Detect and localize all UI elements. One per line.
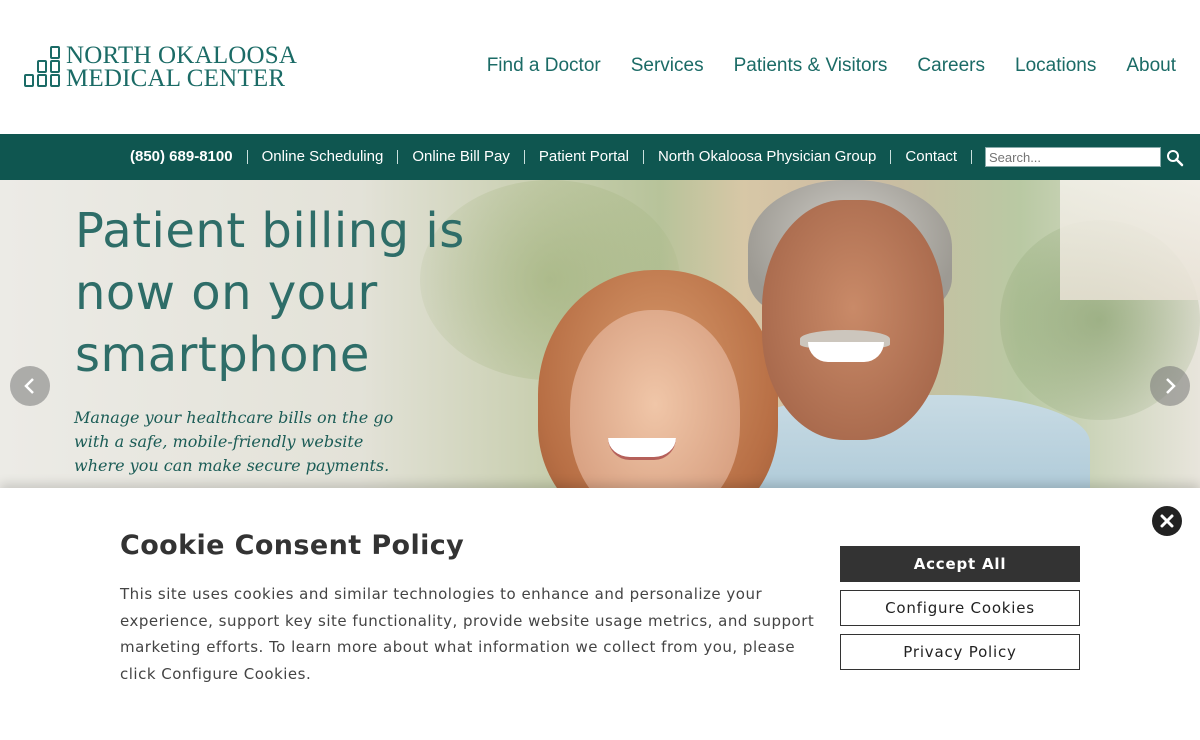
hero-photo-woman-face — [570, 310, 740, 490]
logo-mark-icon — [24, 46, 64, 88]
search-input[interactable] — [985, 147, 1161, 167]
hero-photo-man-smile — [808, 342, 884, 362]
hero-subtext: Manage your healthcare bills on the go w… — [74, 408, 394, 475]
nav-find-a-doctor[interactable]: Find a Doctor — [487, 55, 601, 77]
cookie-body-text: This site uses cookies and similar techn… — [120, 585, 815, 683]
nav-locations[interactable]: Locations — [1015, 55, 1096, 77]
phone-link[interactable]: (850) 689-8100 — [116, 149, 248, 164]
nav-about[interactable]: About — [1126, 55, 1176, 77]
utility-contact[interactable]: Contact — [891, 149, 973, 164]
utility-online-bill-pay[interactable]: Online Bill Pay — [398, 149, 525, 164]
cookie-close-button[interactable] — [1152, 506, 1182, 536]
logo-line-1: NORTH OKALOOSA — [66, 42, 298, 69]
nav-patients-visitors[interactable]: Patients & Visitors — [734, 55, 888, 77]
utility-patient-portal[interactable]: Patient Portal — [525, 149, 644, 164]
search-icon[interactable] — [1166, 149, 1184, 167]
privacy-policy-button[interactable]: Privacy Policy — [840, 634, 1080, 670]
chevron-left-icon — [24, 378, 34, 394]
close-icon — [1160, 514, 1174, 528]
hero-banner: Patient billing is now on your smartphon… — [0, 180, 1200, 490]
nav-careers[interactable]: Careers — [917, 55, 985, 77]
cookie-title: Cookie Consent Policy — [120, 530, 465, 561]
chevron-right-icon — [1166, 378, 1176, 394]
logo-text: NORTH OKALOOSA MEDICAL CENTER — [66, 42, 298, 92]
carousel-next-button[interactable] — [1150, 366, 1190, 406]
accept-all-button[interactable]: Accept All — [840, 546, 1080, 582]
carousel-prev-button[interactable] — [10, 366, 50, 406]
main-nav: Find a Doctor Services Patients & Visito… — [487, 55, 1176, 77]
utility-online-scheduling[interactable]: Online Scheduling — [248, 149, 399, 164]
utility-physician-group[interactable]: North Okaloosa Physician Group — [644, 149, 892, 164]
site-header: NORTH OKALOOSA MEDICAL CENTER Find a Doc… — [0, 0, 1200, 134]
utility-links: (850) 689-8100 Online Scheduling Online … — [116, 134, 973, 180]
hero-headline: Patient billing is now on your smartphon… — [75, 203, 465, 383]
nav-services[interactable]: Services — [631, 55, 704, 77]
site-logo[interactable]: NORTH OKALOOSA MEDICAL CENTER — [24, 42, 324, 94]
configure-cookies-button[interactable]: Configure Cookies — [840, 590, 1080, 626]
hero-photo-man-face — [762, 200, 944, 440]
logo-line-2: MEDICAL CENTER — [66, 65, 286, 92]
hero-background-house — [1060, 180, 1200, 300]
